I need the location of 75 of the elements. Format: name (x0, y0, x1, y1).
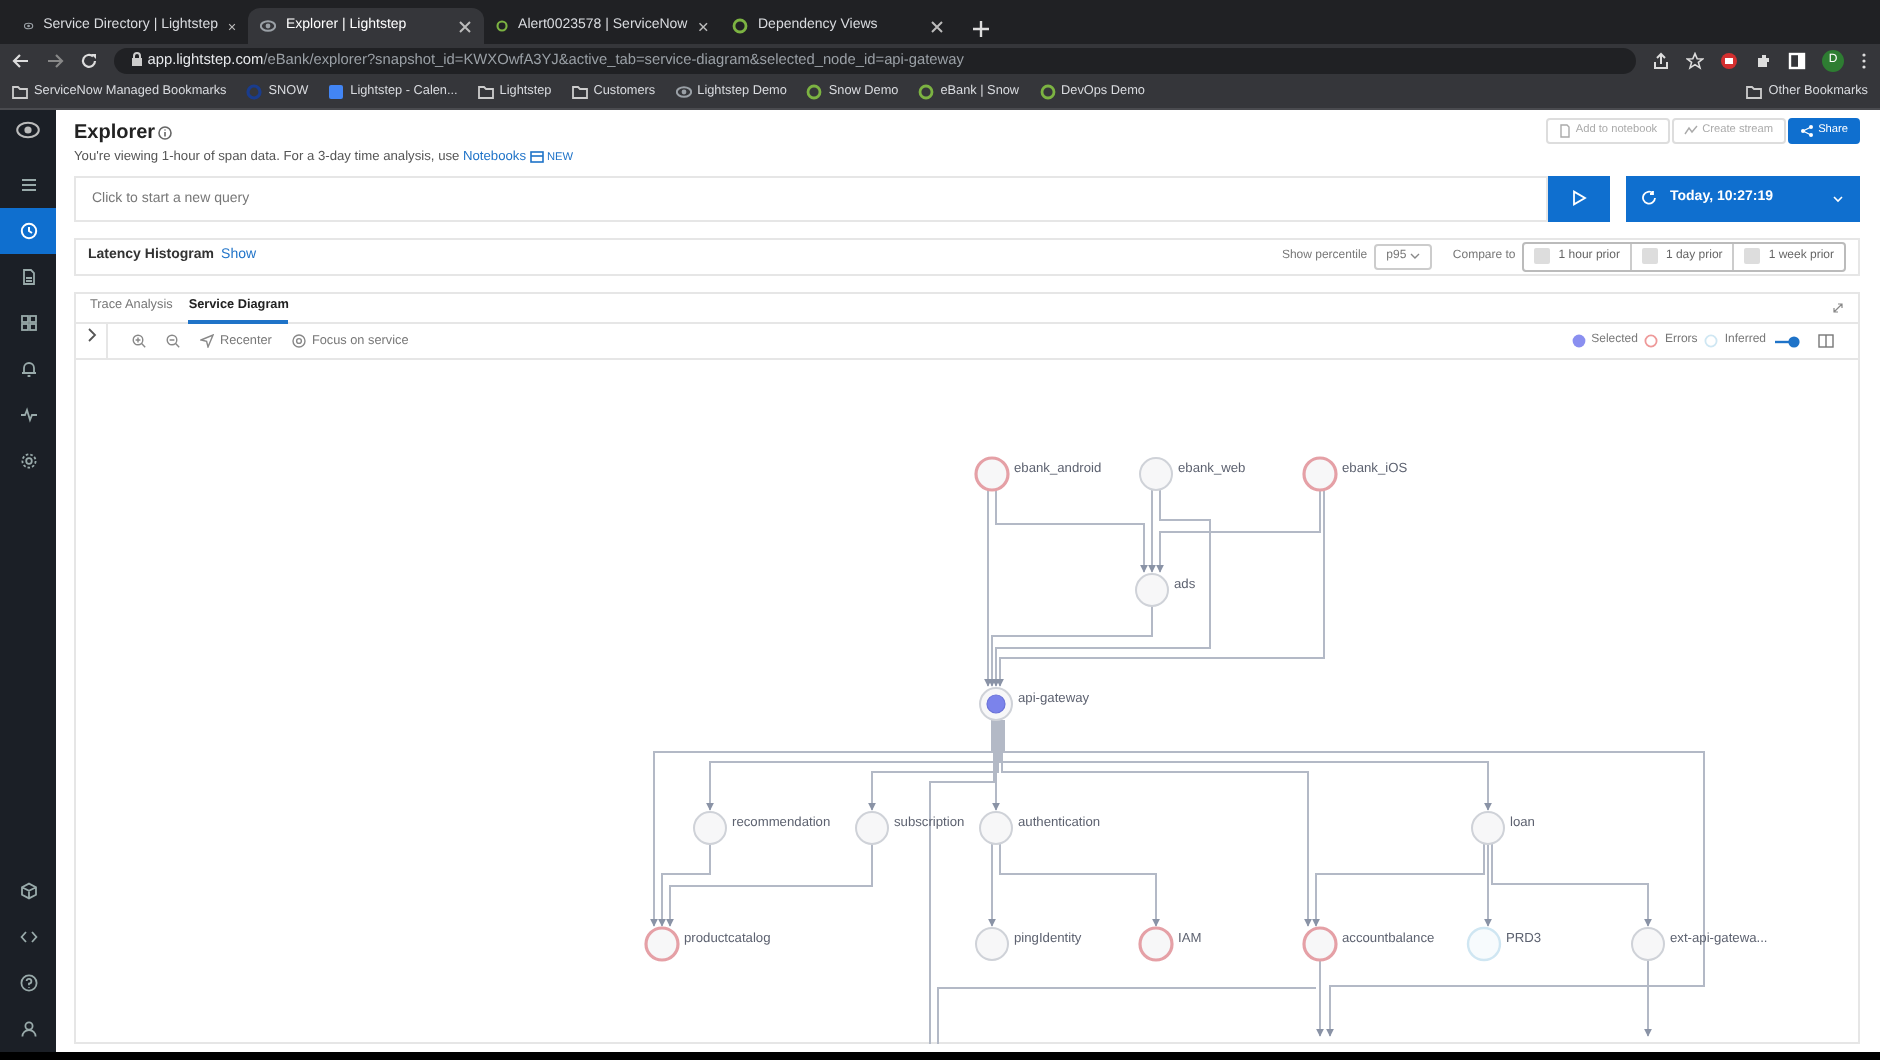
grid-icon (19, 314, 37, 332)
history-icon (1642, 190, 1658, 207)
list-icon (19, 176, 37, 194)
sidebar-item[interactable] (0, 208, 56, 254)
service-node[interactable] (644, 926, 680, 962)
tab-favicon-icon (732, 18, 748, 34)
zoom-in-icon[interactable] (132, 334, 146, 348)
trend-icon (1684, 124, 1699, 139)
caret-icon (1409, 252, 1420, 261)
service-node[interactable] (974, 456, 1010, 492)
target-icon (291, 333, 306, 348)
zoom-out-icon[interactable] (166, 334, 180, 348)
service-node[interactable] (1138, 926, 1174, 962)
service-node[interactable] (979, 811, 1013, 845)
service-node[interactable] (1135, 573, 1169, 607)
service-node[interactable] (975, 927, 1009, 961)
document-icon (19, 268, 37, 286)
caret-icon (1832, 193, 1844, 204)
service-node[interactable] (979, 687, 1013, 721)
close-icon[interactable] (458, 19, 472, 33)
new-tab-icon[interactable] (972, 20, 990, 38)
folder-icon (12, 83, 28, 100)
star-icon[interactable] (1686, 51, 1704, 69)
bookmark-icon (1039, 83, 1056, 100)
tab-favicon-icon (24, 18, 34, 34)
close-icon[interactable] (930, 19, 944, 33)
page-title: Explorer (74, 120, 156, 148)
bookmark-icon (918, 83, 935, 100)
expand-icon[interactable] (1832, 302, 1844, 314)
service-node[interactable] (1139, 457, 1173, 491)
bookmark-icon (675, 83, 692, 100)
share-icon (1800, 124, 1815, 139)
bookmark-icon (246, 83, 263, 100)
close-icon[interactable] (697, 19, 708, 33)
service-node[interactable] (1471, 811, 1505, 845)
tab-favicon-icon (496, 18, 509, 34)
folder-icon (477, 83, 494, 100)
bookmark-icon (806, 83, 823, 100)
settings-icon (19, 452, 37, 470)
back-icon[interactable] (12, 51, 30, 69)
service-node[interactable] (1302, 926, 1338, 962)
user-icon[interactable] (19, 1020, 37, 1038)
reload-icon[interactable] (80, 51, 98, 69)
bell-icon (19, 360, 37, 378)
service-node[interactable] (1631, 927, 1665, 961)
folder-icon (571, 83, 588, 100)
code-icon[interactable] (19, 928, 37, 946)
bookmark-icon (328, 83, 345, 100)
side-panel-icon[interactable] (1788, 51, 1806, 69)
panel-icon[interactable] (1818, 334, 1834, 348)
navigation-arrow-icon (200, 333, 214, 348)
cube-icon[interactable] (19, 882, 37, 900)
forward-icon[interactable] (46, 51, 64, 69)
close-icon[interactable] (228, 19, 236, 33)
share-icon[interactable] (1652, 51, 1670, 69)
activity-icon (19, 406, 37, 424)
service-node[interactable] (855, 811, 889, 845)
document-icon (1558, 124, 1573, 139)
toggle-switch[interactable] (1773, 335, 1799, 347)
service-node[interactable] (1302, 456, 1338, 492)
run-button[interactable] (1548, 175, 1610, 222)
info-icon[interactable] (158, 126, 173, 140)
folder-icon (1746, 83, 1763, 100)
lock-icon (130, 52, 144, 68)
chevron-right-icon[interactable] (85, 327, 97, 342)
puzzle-icon[interactable] (1754, 51, 1772, 69)
clock-icon (19, 222, 37, 240)
help-icon[interactable] (19, 974, 37, 992)
extension-badge-icon[interactable] (1720, 51, 1738, 69)
app-logo-icon[interactable] (16, 118, 40, 142)
service-node[interactable] (693, 811, 727, 845)
tab-favicon-icon (260, 18, 276, 34)
notebook-icon (529, 150, 544, 165)
menu-icon[interactable] (1860, 51, 1868, 69)
play-icon (1571, 190, 1587, 207)
